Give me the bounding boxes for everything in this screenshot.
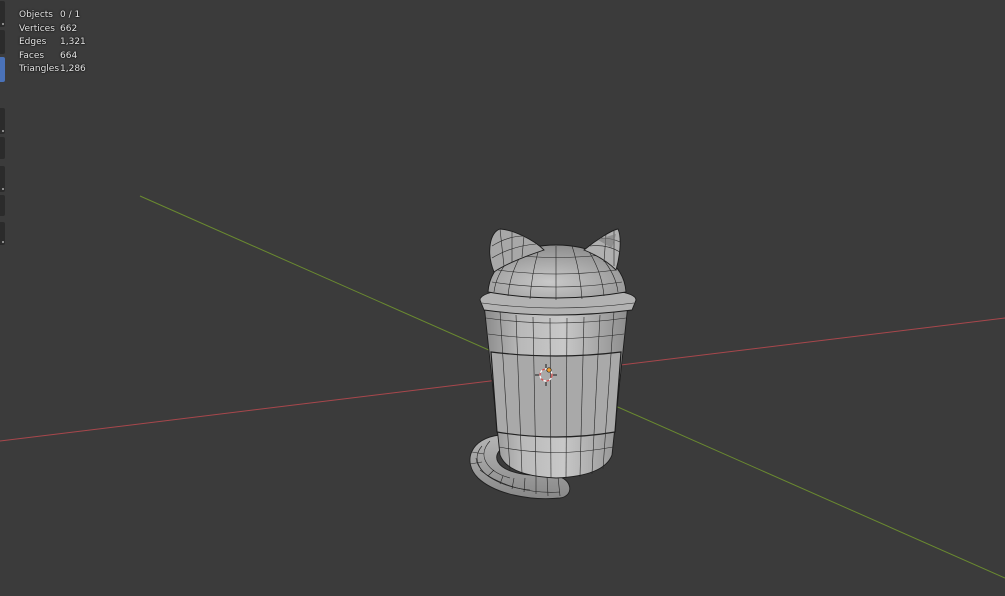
tool-cursor[interactable] — [0, 30, 5, 54]
stat-value: 1,321 — [60, 37, 86, 47]
3d-viewport[interactable]: Objects 0 / 1 Vertices 662 Edges 1,321 F… — [0, 0, 1005, 596]
stat-value: 664 — [60, 50, 78, 61]
cat-cup-mesh[interactable] — [469, 228, 637, 500]
stat-value: 662 — [60, 23, 78, 34]
tool-transform[interactable] — [0, 166, 5, 192]
tool-shelf — [0, 0, 5, 596]
tool-move-active[interactable] — [0, 57, 5, 82]
tool-annotate[interactable] — [0, 195, 5, 216]
stat-value: 0 / 1 — [60, 10, 81, 20]
stat-label: Edges — [19, 37, 47, 47]
stat-row-vertices: Vertices 662 — [19, 23, 86, 37]
tool-measure[interactable] — [0, 222, 5, 245]
stat-row-faces: Faces 664 — [19, 50, 86, 64]
tool-tick — [2, 23, 4, 25]
stat-value: 1,286 — [60, 64, 86, 74]
tool-tick — [2, 130, 4, 132]
tool-tick — [2, 241, 4, 243]
stat-row-objects: Objects 0 / 1 — [19, 9, 86, 23]
tool-rotate[interactable] — [0, 108, 5, 134]
cup-body-mesh — [483, 303, 629, 479]
stat-label: Triangles — [19, 64, 60, 74]
tool-select[interactable] — [0, 1, 5, 27]
object-origin-icon[interactable] — [546, 367, 552, 373]
stat-label: Vertices — [19, 23, 55, 34]
tool-tick — [2, 188, 4, 190]
stat-row-triangles: Triangles 1,286 — [19, 63, 86, 77]
stat-label: Objects — [19, 10, 54, 20]
stat-label: Faces — [19, 50, 45, 61]
tool-scale[interactable] — [0, 137, 5, 159]
viewport-statistics: Objects 0 / 1 Vertices 662 Edges 1,321 F… — [19, 9, 86, 77]
stat-row-edges: Edges 1,321 — [19, 36, 86, 50]
viewport-scene[interactable] — [0, 0, 1005, 596]
